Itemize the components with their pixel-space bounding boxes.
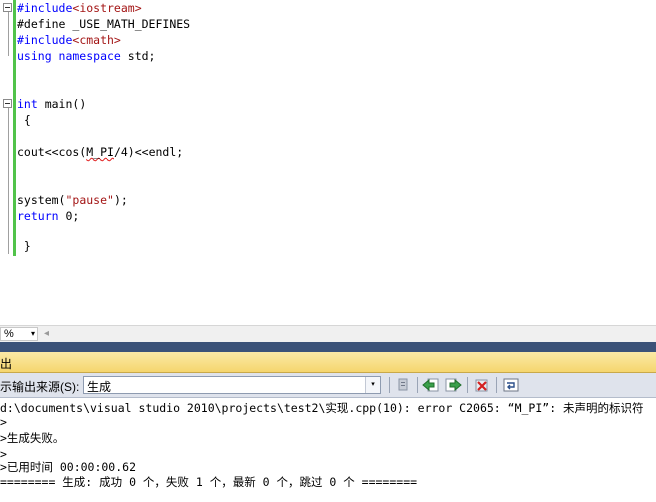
- code-line-cout: cout<<cos(M_PI/4)<<endl;: [17, 145, 184, 159]
- error-squiggle[interactable]: M_PI: [86, 145, 114, 159]
- collapse-include-icon[interactable]: [3, 3, 12, 12]
- code-line-open-brace: {: [17, 113, 31, 127]
- output-toolbar: 示输出来源(S): 生成 ▾: [0, 373, 656, 398]
- chevron-down-icon[interactable]: ▾: [365, 377, 380, 393]
- output-source-dropdown[interactable]: 生成 ▾: [83, 376, 381, 394]
- go-previous-icon: [422, 378, 439, 392]
- code-editor[interactable]: #include<iostream> #define _USE_MATH_DEF…: [0, 0, 656, 325]
- code-line-system: system("pause");: [17, 193, 128, 207]
- clear-all-icon: [475, 379, 488, 392]
- code-line-return: return 0;: [17, 209, 80, 223]
- output-text-area[interactable]: d:\documents\visual studio 2010\projects…: [0, 398, 656, 502]
- toolbar-separator: [467, 377, 468, 393]
- panel-splitter[interactable]: [0, 342, 656, 352]
- previous-message-button[interactable]: [421, 376, 441, 394]
- next-message-button[interactable]: [443, 376, 463, 394]
- output-window-title: 出: [0, 357, 13, 371]
- editor-footer: % ▾ ◂: [0, 325, 656, 342]
- go-next-icon: [445, 378, 462, 392]
- code-line-define: #define _USE_MATH_DEFINES: [17, 17, 191, 31]
- output-source-value: 生成: [87, 380, 112, 394]
- toolbar-separator: [417, 377, 418, 393]
- collapse-main-icon[interactable]: [3, 99, 12, 108]
- output-line: >: [0, 415, 7, 429]
- zoom-value: %: [4, 328, 14, 340]
- find-message-icon: [398, 378, 408, 391]
- change-tracking-bar: [13, 0, 16, 256]
- word-wrap-button[interactable]: [501, 376, 521, 394]
- code-line-include-iostream: #include<iostream>: [17, 1, 142, 15]
- output-line-build-failed: >生成失败。: [0, 431, 65, 445]
- output-line-build-summary: ======== 生成: 成功 0 个，失败 1 个，最新 0 个，跳过 0 个…: [0, 475, 418, 489]
- chevron-down-icon: ▾: [30, 329, 35, 338]
- toolbar-separator: [389, 377, 390, 393]
- output-line-elapsed-time: >已用时间 00:00:00.62: [0, 460, 137, 474]
- code-line-close-brace: }: [17, 239, 31, 253]
- find-message-button[interactable]: [393, 376, 413, 394]
- code-line-using: using namespace std;: [17, 49, 156, 63]
- scroll-left-icon[interactable]: ◂: [44, 327, 49, 341]
- clear-all-button[interactable]: [472, 376, 492, 394]
- fold-guide: [8, 108, 9, 254]
- toolbar-separator: [496, 377, 497, 393]
- word-wrap-icon: [503, 378, 519, 392]
- fold-guide: [8, 12, 9, 56]
- output-window-title-bar[interactable]: 出: [0, 352, 656, 373]
- output-line-error[interactable]: d:\documents\visual studio 2010\projects…: [0, 400, 644, 416]
- output-source-label: 示输出来源(S):: [0, 380, 80, 394]
- code-line-main-signature: int main(): [17, 97, 87, 111]
- zoom-dropdown[interactable]: % ▾: [0, 327, 38, 341]
- code-line-include-cmath: #include<cmath>: [17, 33, 121, 47]
